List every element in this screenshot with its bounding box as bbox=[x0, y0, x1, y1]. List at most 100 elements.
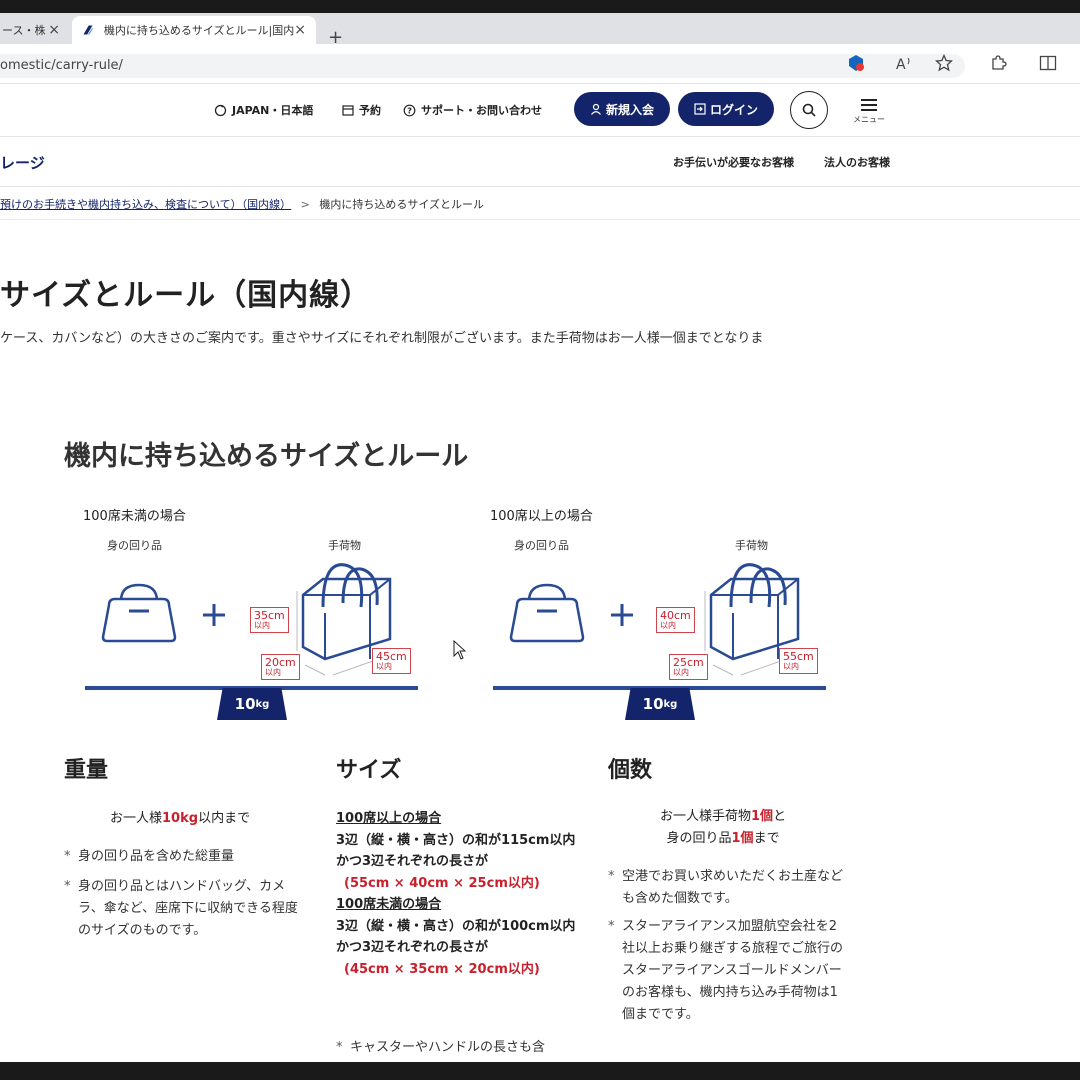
tab-bar: ース・株 × 機内に持ち込めるサイズとルール|国内 × + bbox=[0, 13, 1080, 48]
browser-tab-active[interactable]: 機内に持ち込めるサイズとルール|国内 × bbox=[72, 16, 316, 44]
language-label: JAPAN・日本語 bbox=[232, 104, 314, 117]
svg-text:?: ? bbox=[407, 106, 412, 115]
extension-badge-icon[interactable] bbox=[845, 52, 867, 74]
weight-value: 10 bbox=[234, 695, 256, 713]
page-intro: ケース、カバンなど）の大きさのご案内です。重さやサイズにそれぞれ制限がございます… bbox=[0, 331, 764, 346]
size-rule-over-100-heading: 100席以上の場合 bbox=[336, 811, 442, 826]
count-lead-1-post: と bbox=[773, 809, 787, 824]
case-label-under-100: 100席未満の場合 bbox=[83, 509, 186, 524]
handbag-icon bbox=[509, 583, 585, 643]
login-button[interactable]: ログイン bbox=[678, 92, 774, 126]
svg-text:A: A bbox=[896, 57, 906, 71]
limit-unit: 以内 bbox=[673, 668, 689, 677]
depth-dimension-label: 20cm 以内 bbox=[261, 654, 300, 680]
globe-refresh-icon bbox=[214, 104, 227, 116]
baggage-label: 手荷物 bbox=[328, 539, 361, 552]
browser-tab-previous[interactable]: ース・株 × bbox=[0, 16, 70, 44]
plus-icon bbox=[611, 604, 633, 626]
personal-item-label: 身の回り品 bbox=[514, 539, 569, 552]
hamburger-icon bbox=[852, 99, 886, 111]
weight-limit-badge: 10 kg bbox=[625, 688, 695, 720]
size-rules: 100席以上の場合 3辺（縦・横・高さ）の和が115cm以内 かつ3辺それぞれの… bbox=[336, 808, 576, 980]
split-screen-icon[interactable] bbox=[1037, 52, 1059, 74]
extensions-puzzle-icon[interactable] bbox=[987, 52, 1009, 74]
assist-customers-link[interactable]: お手伝いが必要なお客様 bbox=[673, 154, 794, 170]
size-column-title: サイズ bbox=[336, 758, 402, 783]
weight-note-1: 身の回り品を含めた総重量 bbox=[64, 846, 304, 868]
search-button[interactable] bbox=[790, 91, 828, 129]
calendar-icon bbox=[342, 105, 354, 116]
personal-item-label: 身の回り品 bbox=[107, 539, 162, 552]
breadcrumb-parent-link[interactable]: 預けのお手続きや機内持ち込み、検査について）（国内線） bbox=[0, 198, 291, 211]
height-dimension-label: 40cm 以内 bbox=[656, 607, 695, 633]
count-lead: お一人様手荷物1個と 身の回り品1個まで bbox=[660, 806, 786, 850]
weight-lead-post: 以内まで bbox=[198, 811, 251, 826]
count-lead-1-pre: お一人様手荷物 bbox=[660, 809, 752, 824]
limit-unit: 以内 bbox=[660, 621, 676, 630]
reserve-label: 予約 bbox=[359, 104, 381, 117]
login-arrow-icon bbox=[694, 103, 706, 115]
language-selector[interactable]: JAPAN・日本語 bbox=[214, 102, 313, 118]
menu-label: メニュー bbox=[853, 115, 885, 124]
size-rule-under-100-each: かつ3辺それぞれの長さが bbox=[336, 940, 489, 955]
limit-unit: 以内 bbox=[254, 621, 270, 630]
limit-unit: 以内 bbox=[783, 662, 799, 671]
height-dimension-label: 35cm 以内 bbox=[250, 607, 289, 633]
menu-button[interactable]: メニュー bbox=[852, 96, 886, 125]
baggage-diagram-under-100: 35cm 以内 20cm 以内 45cm 以内 10 kg bbox=[85, 555, 425, 725]
signup-label: 新規入会 bbox=[605, 102, 654, 117]
section-title: 機内に持ち込めるサイズとルール bbox=[64, 441, 469, 472]
count-column-title: 個数 bbox=[608, 758, 653, 783]
corporate-customers-link[interactable]: 法人のお客様 bbox=[824, 154, 890, 170]
read-aloud-icon[interactable]: A bbox=[893, 52, 915, 74]
size-rule-under-100-heading: 100席未満の場合 bbox=[336, 897, 442, 912]
width-dimension-label: 55cm 以内 bbox=[779, 648, 818, 674]
limit-unit: 以内 bbox=[376, 662, 392, 671]
weight-lead-red: 10kg bbox=[162, 811, 199, 826]
weight-value: 10 bbox=[642, 695, 664, 713]
signup-button[interactable]: 新規入会 bbox=[574, 92, 670, 126]
count-lead-2-post: まで bbox=[753, 831, 780, 846]
width-dimension-label: 45cm 以内 bbox=[372, 648, 411, 674]
size-rule-over-100-dims: (55cm × 40cm × 25cm以内) bbox=[344, 875, 540, 891]
reserve-link[interactable]: 予約 bbox=[342, 102, 381, 118]
breadcrumb-separator: > bbox=[300, 198, 310, 211]
breadcrumb: 預けのお手続きや機内持ち込み、検査について）（国内線） > 機内に持ち込めるサイ… bbox=[0, 196, 484, 212]
support-label: サポート・お問い合わせ bbox=[421, 104, 542, 117]
size-rule-over-100-sum: 3辺（縦・横・高さ）の和が115cm以内 bbox=[336, 832, 576, 848]
depth-dimension-label: 25cm 以内 bbox=[669, 654, 708, 680]
subnav-divider bbox=[0, 186, 1080, 187]
support-link[interactable]: ? サポート・お問い合わせ bbox=[403, 102, 542, 118]
weight-unit: kg bbox=[255, 698, 270, 710]
case-label-over-100: 100席以上の場合 bbox=[490, 509, 593, 524]
count-lead-2-pre: 身の回り品 bbox=[666, 831, 732, 846]
user-icon bbox=[591, 103, 601, 115]
weight-note-2: 身の回り品とはハンドバッグ、カメラ、傘など、座席下に収納できる程度のサイズのもの… bbox=[64, 876, 304, 942]
airline-favicon-icon bbox=[83, 25, 94, 35]
address-bar-input[interactable]: omestic/carry-rule/ bbox=[0, 54, 965, 78]
handbag-icon bbox=[101, 583, 177, 643]
section-brand-label[interactable]: レージ bbox=[0, 152, 45, 173]
screen-top-border bbox=[0, 0, 1080, 13]
login-label: ログイン bbox=[709, 102, 758, 117]
favorite-star-icon[interactable] bbox=[933, 52, 955, 74]
size-rule-over-100-each: かつ3辺それぞれの長さが bbox=[336, 854, 489, 869]
weight-column-title: 重量 bbox=[64, 758, 109, 783]
count-note-2: スターアライアンス加盟航空会社を2社以上お乗り継ぎする旅程でご旅行のスターアライ… bbox=[608, 916, 844, 1026]
baggage-diagram-over-100: 40cm 以内 25cm 以内 55cm 以内 10 kg bbox=[493, 555, 833, 725]
count-lead-1-red: 1個 bbox=[751, 809, 774, 824]
page-title: サイズとルール（国内線） bbox=[0, 278, 372, 313]
search-icon bbox=[802, 103, 816, 117]
tab-close-icon[interactable]: × bbox=[48, 22, 60, 38]
mouse-cursor-icon bbox=[453, 640, 467, 660]
count-lead-2-red: 1個 bbox=[731, 831, 754, 846]
tab-close-icon[interactable]: × bbox=[294, 22, 306, 38]
count-note-1: 空港でお買い求めいただくお土産なども含めた個数です。 bbox=[608, 866, 844, 910]
breadcrumb-current: 機内に持ち込めるサイズとルール bbox=[319, 198, 485, 211]
weight-limit-badge: 10 kg bbox=[217, 688, 287, 720]
plus-icon bbox=[203, 604, 225, 626]
weight-lead: お一人様10kg以内まで bbox=[110, 808, 250, 830]
header-divider bbox=[0, 136, 1080, 137]
baggage-label: 手荷物 bbox=[735, 539, 768, 552]
address-bar-row: omestic/carry-rule/ A bbox=[0, 44, 1080, 84]
